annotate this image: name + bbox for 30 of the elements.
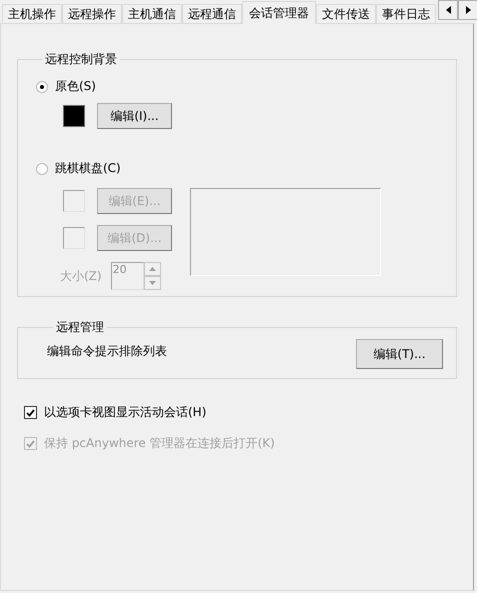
tab[interactable]: 远程通信 (182, 4, 242, 23)
spin-up-button[interactable] (144, 262, 161, 276)
group-title: 远程管理 (55, 319, 105, 336)
color-swatch[interactable] (63, 105, 85, 127)
right-arrow-icon (464, 5, 472, 15)
scroll-left-button[interactable] (438, 0, 458, 20)
checkbox[interactable] (24, 406, 37, 419)
radio-label: 原色(S) (55, 78, 96, 95)
tab[interactable]: 事件日志 (376, 4, 436, 23)
tab[interactable]: 文件传送 (316, 4, 376, 23)
spin-down-button[interactable] (144, 276, 161, 290)
left-arrow-icon (444, 5, 452, 15)
check-icon (26, 440, 35, 448)
group-title: 远程控制背景 (44, 51, 118, 68)
checkbox-label: 以选项卡视图显示活动会话(H) (44, 404, 206, 421)
check-icon (26, 408, 35, 416)
down-arrow-icon (148, 281, 156, 285)
tab[interactable]: 远程操作 (62, 4, 122, 23)
edit-button[interactable]: 编辑(T)... (356, 339, 443, 369)
up-arrow-icon (148, 267, 156, 271)
tab[interactable]: 主机操作 (2, 4, 62, 23)
edit-button[interactable]: 编辑(I)... (97, 103, 172, 129)
size-label: 大小(Z) (60, 268, 102, 284)
tab[interactable]: 会话管理器 (242, 1, 316, 24)
description-label: 编辑命令提示排除列表 (47, 342, 167, 360)
scroll-right-button[interactable] (458, 0, 477, 20)
radio-label: 跳棋棋盘(C) (55, 160, 121, 177)
tab[interactable]: 主机通信 (122, 4, 182, 23)
checkbox-label: 保持 pcAnywhere 管理器在连接后打开(K) (44, 435, 275, 452)
radio-button[interactable] (36, 80, 48, 92)
